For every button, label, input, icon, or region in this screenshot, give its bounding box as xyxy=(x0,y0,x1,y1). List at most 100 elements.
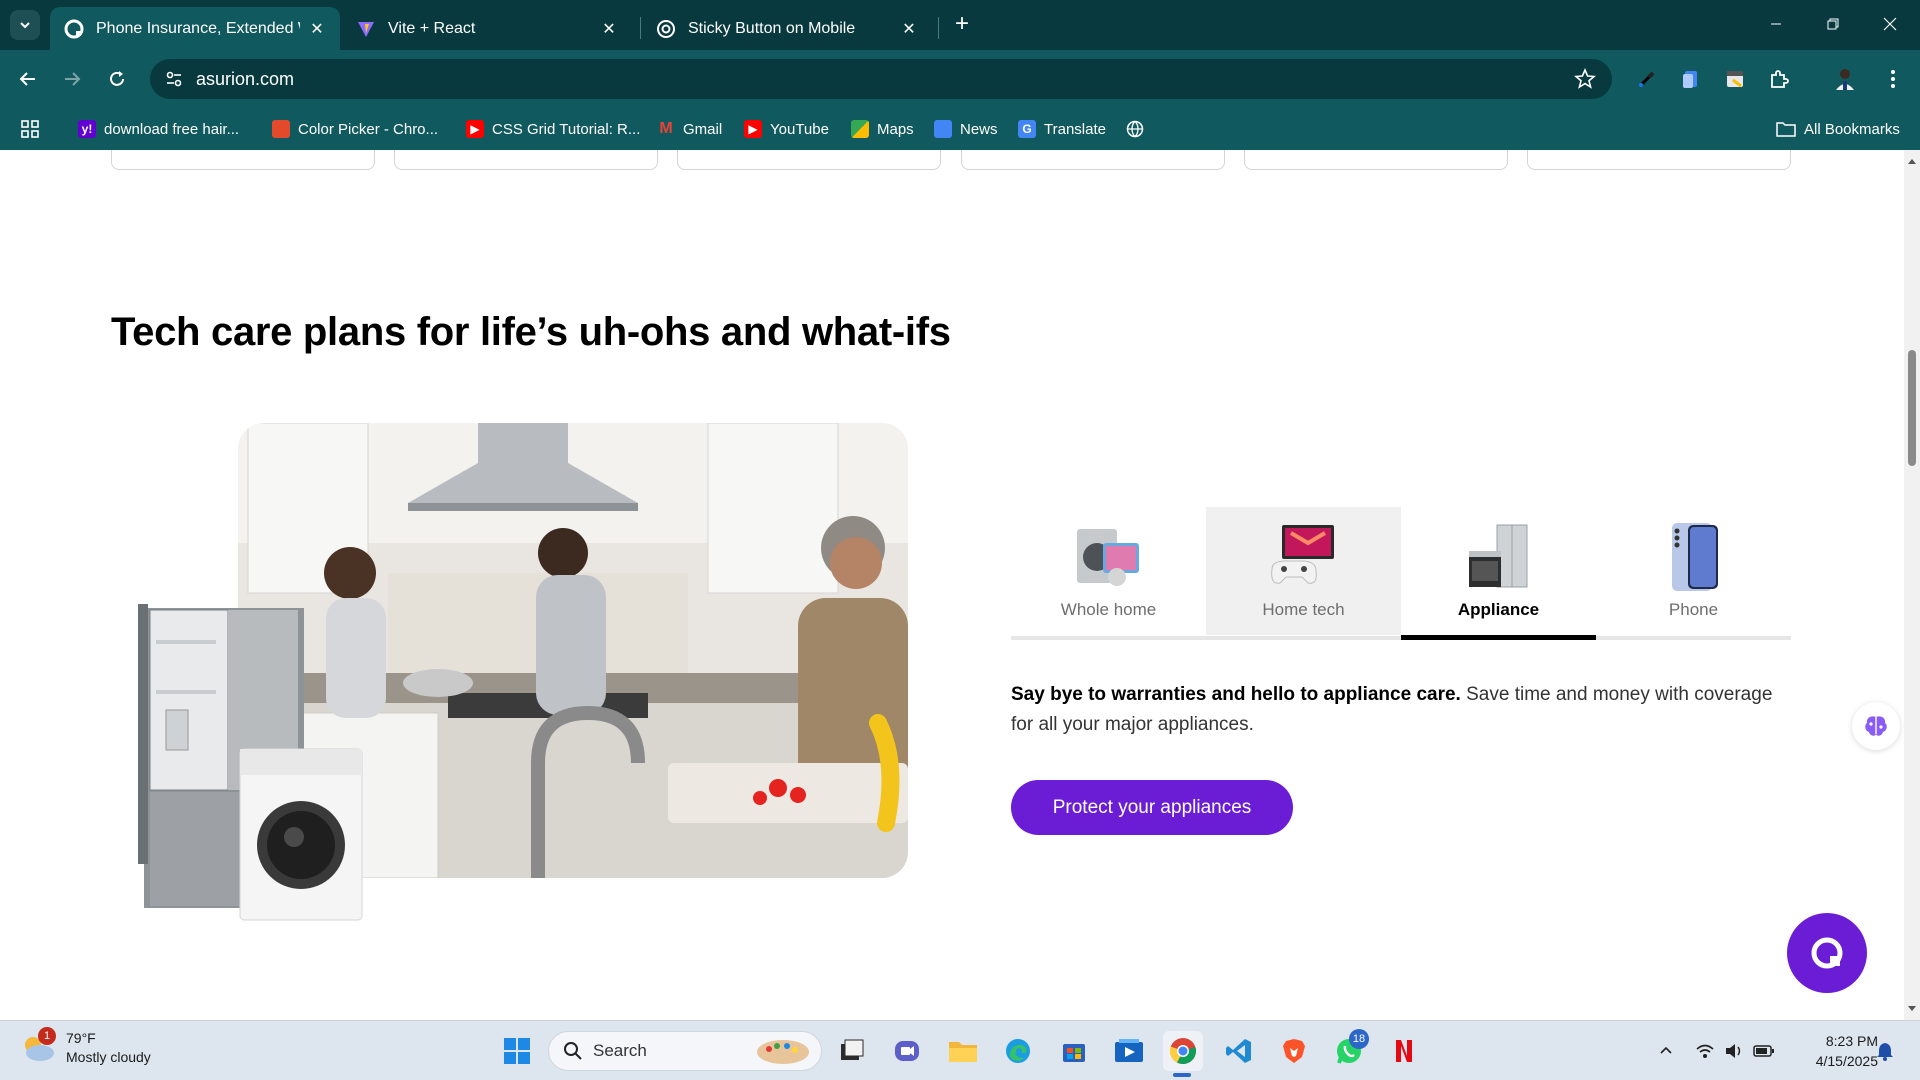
close-window-button[interactable] xyxy=(1866,8,1914,40)
address-bar[interactable]: asurion.com xyxy=(150,59,1612,99)
teams-meet-icon[interactable] xyxy=(887,1031,927,1071)
bookmarks-bar: y! download free hair... Color Picker - … xyxy=(0,108,1920,150)
menu-kebab-icon[interactable] xyxy=(1878,64,1908,94)
battery-icon[interactable] xyxy=(1752,1039,1776,1063)
notification-bell-icon[interactable] xyxy=(1873,1039,1897,1063)
profile-avatar-icon[interactable] xyxy=(1830,64,1860,94)
arrow-left-icon xyxy=(19,72,35,86)
wifi-icon[interactable] xyxy=(1693,1039,1717,1063)
page-viewport: Tech care plans for life’s uh-ohs and wh… xyxy=(0,150,1904,1020)
tab-asurion[interactable]: Phone Insurance, Extended War ✕ xyxy=(50,7,340,50)
product-tabs: Whole home Home tech Appliance Phone xyxy=(1011,507,1791,640)
appliance-description: Say bye to warranties and hello to appli… xyxy=(1011,680,1791,740)
scroll-up-icon[interactable] xyxy=(1907,156,1917,166)
tab-whole-home[interactable]: Whole home xyxy=(1011,507,1206,635)
windows-logo-icon xyxy=(504,1038,530,1064)
bookmark-item[interactable]: ▶ CSS Grid Tutorial: R... xyxy=(466,117,640,141)
tab-appliance[interactable]: Appliance xyxy=(1401,507,1596,635)
tab-home-tech[interactable]: Home tech xyxy=(1206,507,1401,635)
netflix-icon[interactable] xyxy=(1384,1031,1424,1071)
tab-label: Whole home xyxy=(1060,600,1157,619)
bookmark-label: Translate xyxy=(1044,120,1106,138)
tab-sticky-button[interactable]: Sticky Button on Mobile ✕ xyxy=(642,7,932,50)
close-tab-icon[interactable]: ✕ xyxy=(600,19,618,39)
bookmark-globe[interactable] xyxy=(1126,117,1144,141)
site-info-icon[interactable] xyxy=(164,70,184,88)
extensions-puzzle-icon[interactable] xyxy=(1764,64,1794,94)
clock-date: 4/15/2025 xyxy=(1815,1053,1878,1069)
bookmark-item[interactable]: y! download free hair... xyxy=(78,117,239,141)
new-tab-button[interactable]: + xyxy=(948,11,976,39)
whole-home-icon xyxy=(1077,529,1139,586)
forward-button[interactable] xyxy=(57,64,87,94)
restore-button[interactable] xyxy=(1809,8,1857,40)
bookmark-label: Color Picker - Chro... xyxy=(298,120,439,138)
search-label: Search xyxy=(593,1041,647,1060)
docs-extension-icon[interactable] xyxy=(1676,64,1706,94)
weather-badge: 1 xyxy=(38,1027,56,1045)
tray-overflow-chevron-icon[interactable] xyxy=(1654,1039,1678,1063)
tab-title: Phone Insurance, Extended War xyxy=(96,19,300,37)
color-picker-icon xyxy=(272,120,290,138)
card-bottom-edge xyxy=(677,150,941,170)
file-explorer-icon[interactable] xyxy=(943,1031,983,1071)
bookmark-translate[interactable]: G Translate xyxy=(1018,117,1106,141)
tab-phone[interactable]: Phone xyxy=(1596,507,1791,635)
bookmark-youtube[interactable]: ▶ YouTube xyxy=(744,117,829,141)
scrollbar-thumb[interactable] xyxy=(1908,350,1916,466)
ai-assistant-button[interactable] xyxy=(1852,702,1900,750)
back-button[interactable] xyxy=(13,64,43,94)
bookmark-news[interactable]: News xyxy=(934,117,998,141)
minimize-button[interactable] xyxy=(1752,8,1800,40)
tab-title: Vite + React xyxy=(388,19,476,37)
reload-button[interactable] xyxy=(102,64,132,94)
bookmark-label: download free hair... xyxy=(104,120,240,138)
tab-label: Phone xyxy=(1668,600,1719,619)
tab-label: Appliance xyxy=(1457,600,1540,619)
chat-button[interactable] xyxy=(1787,913,1867,993)
tab-label: Home tech xyxy=(1262,600,1345,619)
gmail-icon: M xyxy=(659,120,673,137)
brain-icon xyxy=(1865,716,1887,736)
bookmark-star-icon[interactable] xyxy=(1573,67,1597,95)
weather-widget[interactable]: 1 79°F Mostly cloudy xyxy=(20,1027,151,1067)
task-view-icon[interactable] xyxy=(832,1031,872,1071)
bookmark-label: CSS Grid Tutorial: R... xyxy=(492,120,641,138)
protect-appliances-button[interactable]: Protect your appliances xyxy=(1011,780,1293,835)
news-icon xyxy=(934,120,952,138)
bookmark-item[interactable]: Color Picker - Chro... xyxy=(272,117,438,141)
page-scrollbar[interactable] xyxy=(1904,150,1920,1020)
apps-grid-button[interactable] xyxy=(20,117,40,141)
system-clock[interactable]: 8:23 PM 4/15/2025 xyxy=(1790,1031,1878,1071)
tab-separator xyxy=(640,17,641,39)
bookmark-gmail[interactable]: M Gmail xyxy=(657,117,722,141)
maps-icon xyxy=(851,120,869,138)
all-bookmarks-button[interactable]: All Bookmarks xyxy=(1776,117,1900,141)
taskbar-search[interactable]: Search xyxy=(548,1031,822,1071)
bookmark-maps[interactable]: Maps xyxy=(851,117,914,141)
folder-icon xyxy=(1776,122,1796,137)
chrome-taskbar-icon[interactable] xyxy=(1163,1031,1203,1071)
media-player-icon[interactable] xyxy=(1109,1031,1149,1071)
microsoft-store-icon[interactable] xyxy=(1054,1031,1094,1071)
close-tab-icon[interactable]: ✕ xyxy=(308,19,326,39)
scroll-down-icon[interactable] xyxy=(1907,1004,1917,1014)
eyedropper-extension-icon[interactable] xyxy=(1632,64,1662,94)
vscode-icon[interactable] xyxy=(1219,1031,1259,1071)
brave-browser-icon[interactable] xyxy=(1274,1031,1314,1071)
clock-time: 8:23 PM xyxy=(1825,1033,1878,1049)
card-bottom-edge xyxy=(394,150,658,170)
close-tab-icon[interactable]: ✕ xyxy=(900,19,918,39)
translate-icon: G xyxy=(1018,120,1036,138)
fridge-oven-icon xyxy=(1469,524,1528,588)
volume-icon[interactable] xyxy=(1722,1039,1746,1063)
tab-search-button[interactable] xyxy=(10,10,40,40)
start-button[interactable] xyxy=(497,1031,537,1071)
whatsapp-badge: 18 xyxy=(1349,1029,1369,1049)
tab-vite[interactable]: Vite + React ✕ xyxy=(342,7,632,50)
notes-extension-icon[interactable] xyxy=(1720,64,1750,94)
edge-browser-icon[interactable] xyxy=(998,1031,1038,1071)
globe-icon xyxy=(1126,120,1144,138)
apps-grid-icon xyxy=(21,120,39,138)
youtube-icon: ▶ xyxy=(466,120,484,138)
